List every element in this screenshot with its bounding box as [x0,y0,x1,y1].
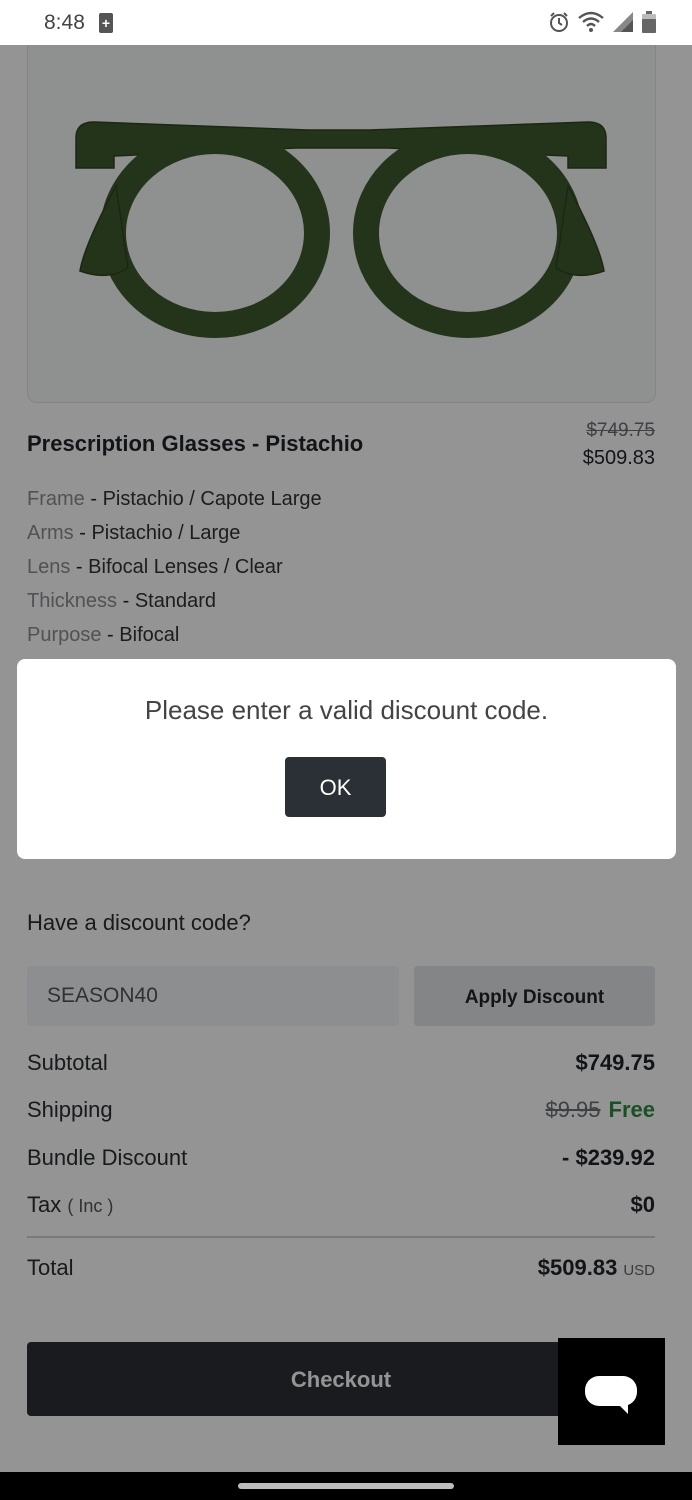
battery-saver-icon: + [99,13,113,33]
system-nav-bar [0,1472,692,1500]
alarm-icon [550,12,568,32]
chat-icon-tail [616,1402,628,1414]
status-bar: 8:48 + [0,0,692,45]
ok-button[interactable]: OK [285,757,386,817]
chat-icon [585,1376,637,1406]
wifi-icon [578,11,604,32]
dialog-message: Please enter a valid discount code. [144,695,549,725]
signal-icon [613,12,633,32]
chat-button[interactable] [558,1338,665,1445]
home-handle[interactable] [238,1483,454,1489]
status-time: 8:48 [44,11,85,34]
alert-dialog: Please enter a valid discount code. OK [17,659,676,859]
battery-icon [642,11,656,33]
status-icons [548,11,656,33]
